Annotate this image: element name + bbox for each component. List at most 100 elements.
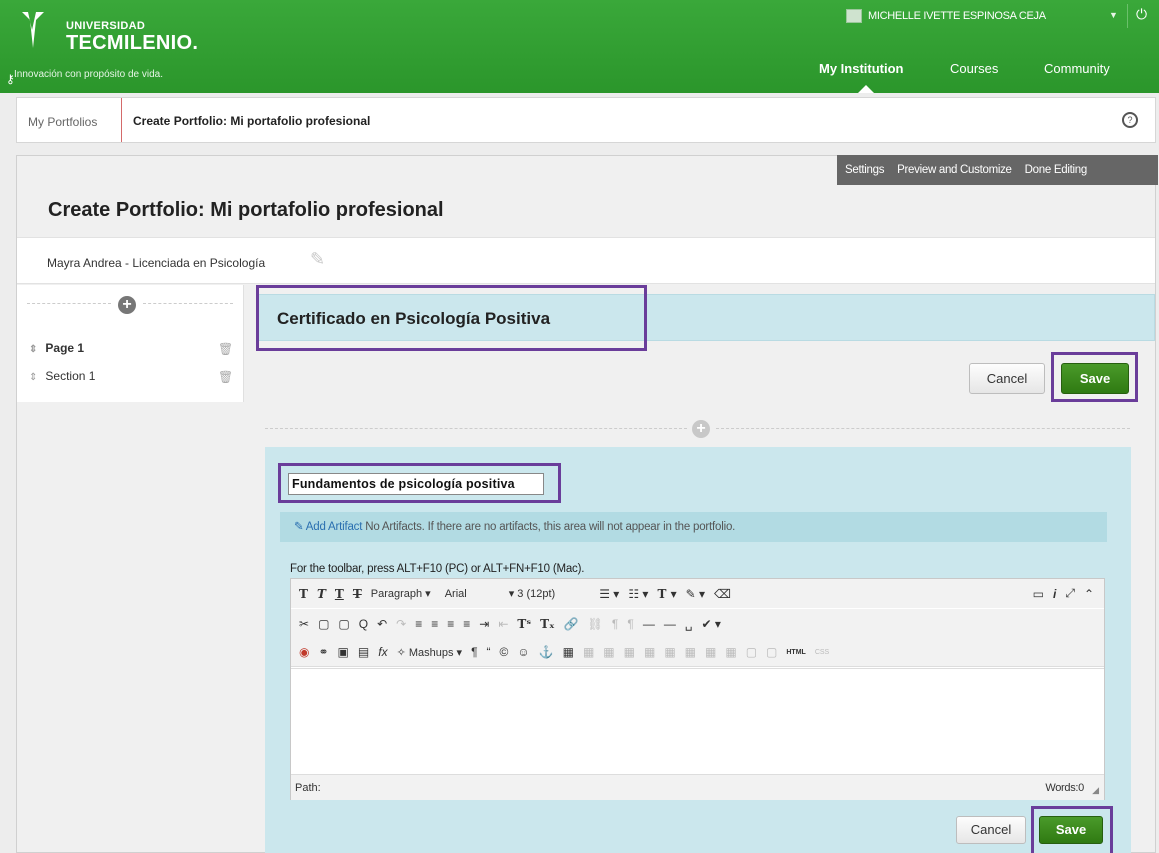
block-cancel-button[interactable]: Cancel <box>956 816 1026 844</box>
anchor-icon[interactable]: ⚓ <box>539 645 554 659</box>
table-layout-icon[interactable]: ▢ <box>766 645 777 659</box>
editor-toolbar-row-1: T T T T Paragraph ▾ Arial ▾ 3 (12pt) ☰ ▾… <box>291 579 1104 608</box>
align-center-icon[interactable]: ≡ <box>431 617 438 631</box>
paragraph-mark-icon[interactable]: ¶ <box>471 645 477 659</box>
record-icon[interactable]: ◉ <box>299 645 309 659</box>
resize-handle-icon[interactable]: ◢ <box>1092 785 1099 796</box>
help-circle-icon[interactable]: ? <box>1122 112 1138 128</box>
tab-preview-and-customize[interactable]: Preview and Customize <box>892 164 1017 176</box>
superscript-icon[interactable]: Tˢ <box>517 617 531 631</box>
highlight-pen-icon[interactable]: ✎ ▾ <box>686 587 705 601</box>
table-delete-icon[interactable]: ▢ <box>746 645 757 659</box>
nav-community[interactable]: Community <box>1044 61 1110 76</box>
section-cancel-button[interactable]: Cancel <box>969 363 1045 394</box>
font-family-select[interactable]: Arial <box>445 588 467 600</box>
align-justify-icon[interactable]: ≡ <box>463 617 470 631</box>
ltr-icon[interactable]: ¶ <box>612 617 618 631</box>
horizontal-rule-icon[interactable]: — <box>643 617 655 631</box>
editor-text-area[interactable] <box>291 668 1104 774</box>
sidebar-item-label: Page 1 <box>45 341 85 355</box>
underline-icon[interactable]: T <box>335 587 344 601</box>
table-merge-icon[interactable]: ▦ <box>705 645 716 659</box>
nav-my-institution[interactable]: My Institution <box>819 61 904 76</box>
css-icon[interactable]: CSS <box>815 649 829 656</box>
link-icon[interactable]: 🔗 <box>564 617 579 631</box>
add-page-plus-icon[interactable]: + <box>118 296 136 314</box>
html-source-icon[interactable]: HTML <box>786 649 805 656</box>
table-delete-row-icon[interactable]: ▦ <box>644 645 655 659</box>
chevron-down-icon[interactable]: ▼ <box>1109 10 1118 20</box>
table-insert-col-icon[interactable]: ▦ <box>664 645 675 659</box>
strikethrough-icon[interactable]: T <box>353 587 362 601</box>
paragraph-format-select[interactable]: Paragraph ▾ <box>371 587 431 600</box>
fullscreen-icon[interactable]: ⤢ <box>1065 586 1075 601</box>
tab-settings[interactable]: Settings <box>840 164 889 176</box>
tab-done-editing[interactable]: Done Editing <box>1020 164 1092 176</box>
italic-icon[interactable]: T <box>317 587 326 601</box>
align-left-icon[interactable]: ≡ <box>415 617 422 631</box>
page-title: Create Portfolio: Mi portafolio profesio… <box>48 199 444 221</box>
math-formula-icon[interactable]: fx <box>378 645 387 659</box>
spellcheck-icon[interactable]: ✔ ▾ <box>701 617 720 631</box>
user-menu[interactable]: MICHELLE IVETTE ESPINOSA CEJA <box>846 8 1046 24</box>
add-block-plus-icon[interactable]: + <box>692 420 710 438</box>
blockquote-icon[interactable]: “ <box>487 645 491 659</box>
editor-status-bar: Path: Words:0 ◢ <box>291 774 1104 800</box>
edit-pencil-icon[interactable]: ✎ <box>310 249 325 270</box>
user-avatar-icon <box>846 9 862 23</box>
preview-monitor-icon[interactable]: ▭ <box>1033 587 1044 601</box>
align-right-icon[interactable]: ≡ <box>447 617 454 631</box>
paste-icon[interactable]: ▢ <box>338 617 349 631</box>
nav-courses[interactable]: Courses <box>950 61 998 76</box>
nonbreaking-space-icon[interactable]: ␣ <box>685 617 693 631</box>
mashups-select[interactable]: ✧ Mashups ▾ <box>397 646 463 659</box>
insert-media-icon[interactable]: ▤ <box>358 645 369 659</box>
unlink-icon[interactable]: ⛓ <box>588 617 603 631</box>
sidebar-item-page-1[interactable]: ⇕ Page 1 <box>29 341 84 355</box>
delete-trash-icon[interactable]: 🗑 <box>218 342 233 356</box>
reorder-arrows-icon[interactable]: ⇕ <box>29 372 37 383</box>
attach-file-icon[interactable]: ⚭ <box>318 645 328 659</box>
redo-icon[interactable]: ↷ <box>396 617 406 631</box>
logout-power-icon[interactable]: ⏻ <box>1136 6 1147 23</box>
undo-icon[interactable]: ↶ <box>377 617 387 631</box>
subscript-icon[interactable]: Tₓ <box>540 617 555 631</box>
add-artifact-link[interactable]: ✎ Add Artifact <box>294 521 362 533</box>
copy-icon[interactable]: ▢ <box>318 617 329 631</box>
breadcrumb-my-portfolios[interactable]: My Portfolios <box>28 115 97 129</box>
table-delete-col-icon[interactable]: ▦ <box>685 645 696 659</box>
artifact-bar: ✎ Add Artifact No Artifacts. If there ar… <box>280 512 1107 542</box>
table-insert-row-icon[interactable]: ▦ <box>624 645 635 659</box>
portfolio-subtitle: Mayra Andrea - Licenciada en Psicología <box>47 256 266 270</box>
outdent-icon[interactable]: ⇤ <box>498 617 508 631</box>
collapse-toolbar-icon[interactable]: ⌃ <box>1084 587 1094 601</box>
university-logo-icon[interactable] <box>20 10 46 50</box>
cut-icon[interactable]: ✂ <box>299 617 309 631</box>
font-size-select[interactable]: ▾ 3 (12pt) <box>509 587 556 600</box>
editor-path-label: Path: <box>295 782 321 794</box>
text-color-icon[interactable]: T ▾ <box>657 587 676 601</box>
emoticon-icon[interactable]: ☺ <box>517 645 529 659</box>
sidebar-item-section-1[interactable]: ⇕ Section 1 <box>29 369 95 383</box>
user-name[interactable]: MICHELLE IVETTE ESPINOSA CEJA <box>868 10 1046 22</box>
table-row-props-icon[interactable]: ▦ <box>583 645 594 659</box>
highlight-box <box>278 463 561 503</box>
font-family-value: Arial <box>444 587 467 600</box>
delete-trash-icon[interactable]: 🗑 <box>218 370 233 384</box>
find-icon[interactable]: Q <box>359 617 368 631</box>
insert-image-icon[interactable]: ▣ <box>338 645 349 659</box>
insert-table-icon[interactable]: ▦ <box>563 645 574 659</box>
reorder-arrows-icon[interactable]: ⇕ <box>29 344 37 355</box>
eraser-icon[interactable]: ⌫ <box>714 587 731 601</box>
rtl-icon[interactable]: ¶ <box>627 617 633 631</box>
indent-icon[interactable]: ⇥ <box>479 617 489 631</box>
bold-icon[interactable]: T <box>299 587 308 601</box>
table-cell-props-icon[interactable]: ▦ <box>603 645 614 659</box>
info-icon[interactable]: i <box>1053 587 1056 601</box>
bullet-list-icon[interactable]: ☰ ▾ <box>599 587 619 601</box>
horizontal-line-icon[interactable]: — <box>664 617 676 631</box>
table-split-icon[interactable]: ▦ <box>725 645 736 659</box>
divider <box>1127 4 1128 28</box>
copyright-icon[interactable]: © <box>500 645 509 659</box>
numbered-list-icon[interactable]: ☷ ▾ <box>628 587 648 601</box>
